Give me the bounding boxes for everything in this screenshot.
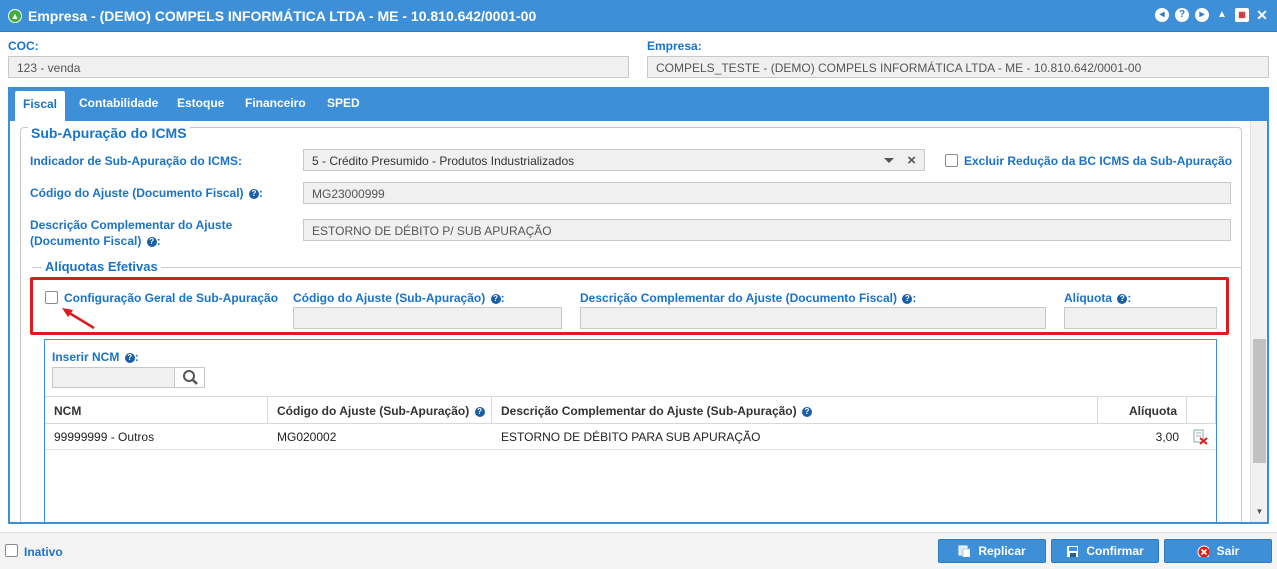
colon: :: [912, 291, 917, 305]
cell-aliquota: 3,00: [1155, 430, 1179, 444]
coc-label: COC:: [8, 39, 39, 53]
cell-descricao: ESTORNO DE DÉBITO PARA SUB APURAÇÃO: [501, 430, 761, 444]
help-icon[interactable]: ?: [248, 189, 259, 199]
inativo-label: Inativo: [24, 545, 63, 559]
confirmar-button[interactable]: Confirmar: [1051, 539, 1159, 563]
tab-contabilidade[interactable]: Contabilidade: [79, 96, 158, 110]
window-titlebar: ▲ Empresa - (DEMO) COMPELS INFORMÁTICA L…: [0, 0, 1277, 32]
ncm-grid-header: NCM Código do Ajuste (Sub-Apuração) ? De…: [45, 396, 1216, 424]
cell-ncm: 99999999 - Outros: [54, 430, 155, 444]
back-icon[interactable]: ◂: [1155, 8, 1169, 22]
codigo-ajuste-doc-label: Código do Ajuste (Documento Fiscal) ?:: [30, 186, 263, 200]
colon: :: [134, 350, 139, 364]
footer-bar: Inativo Replicar Confirmar Sair: [0, 532, 1277, 569]
colon: :: [258, 186, 263, 200]
codigo-ajuste-doc-field[interactable]: MG23000999: [303, 182, 1231, 204]
ncm-search-button[interactable]: [174, 367, 205, 388]
descricao-comp-text: Descrição Complementar do Ajuste (Docume…: [580, 291, 897, 305]
tab-content-fiscal: Sub-Apuração do ICMS Indicador de Sub-Ap…: [8, 121, 1269, 524]
confirmar-label: Confirmar: [1086, 544, 1144, 558]
col-actions: [1187, 397, 1216, 424]
chevron-down-icon[interactable]: [884, 158, 894, 163]
help-icon[interactable]: ?: [801, 407, 812, 417]
indicador-select[interactable]: 5 - Crédito Presumido - Produtos Industr…: [303, 149, 925, 171]
tab-financeiro[interactable]: Financeiro: [245, 96, 306, 110]
sub-apuracao-legend: Sub-Apuração do ICMS: [28, 125, 190, 141]
help-icon[interactable]: ?: [490, 294, 501, 304]
aliquotas-legend-overlay: Alíquotas Efetivas: [42, 259, 161, 274]
delete-row-icon[interactable]: [1192, 429, 1208, 445]
descricao-doc-label-1: Descrição Complementar do Ajuste: [30, 218, 233, 232]
calendar-icon[interactable]: ▦: [1235, 8, 1249, 22]
coc-field[interactable]: 123 - venda: [8, 56, 629, 78]
empresa-field[interactable]: COMPELS_TESTE - (DEMO) COMPELS INFORMÁTI…: [647, 56, 1269, 78]
red-arrow-icon: [62, 308, 95, 330]
col-ncm[interactable]: NCM: [45, 397, 268, 424]
descricao-comp-field[interactable]: [580, 307, 1046, 329]
save-icon: [1067, 546, 1079, 557]
inserir-ncm-label: Inserir NCM ?:: [52, 350, 139, 364]
indicador-label: Indicador de Sub-Apuração do ICMS:: [30, 154, 243, 168]
descricao-doc-text-2: (Documento Fiscal): [30, 234, 142, 248]
scroll-down-icon[interactable]: ▼: [1251, 505, 1267, 519]
app-icon: ▲: [8, 9, 22, 23]
search-icon: [183, 370, 198, 385]
help-icon[interactable]: ?: [902, 294, 913, 304]
sair-label: Sair: [1216, 544, 1240, 558]
help-icon[interactable]: ?: [146, 237, 157, 247]
sair-button[interactable]: Sair: [1164, 539, 1272, 563]
col-aliquota[interactable]: Alíquota: [1098, 397, 1187, 424]
descricao-doc-field[interactable]: ESTORNO DE DÉBITO P/ SUB APURAÇÃO: [303, 219, 1231, 241]
aliquotas-divider: [32, 267, 1242, 268]
excluir-reducao-checkbox[interactable]: [945, 154, 958, 167]
col-descricao-text: Descrição Complementar do Ajuste (Sub-Ap…: [501, 404, 797, 418]
replicar-button[interactable]: Replicar: [938, 539, 1046, 563]
replicar-label: Replicar: [978, 544, 1026, 558]
colon: :: [500, 291, 505, 305]
config-geral-label: Configuração Geral de Sub-Apuração: [64, 291, 279, 305]
config-geral-checkbox[interactable]: [45, 291, 58, 304]
inativo-checkbox[interactable]: [5, 544, 18, 557]
titlebar-actions: ◂ ? ▸ ▲ ▦ ✕: [1155, 8, 1269, 22]
codigo-sub-text: Código do Ajuste (Sub-Apuração): [293, 291, 486, 305]
aliquota-label: Alíquota ?:: [1064, 291, 1131, 305]
aliquota-field[interactable]: [1064, 307, 1217, 329]
descricao-comp-label: Descrição Complementar do Ajuste (Docume…: [580, 291, 916, 305]
clear-icon[interactable]: ×: [907, 152, 916, 169]
exit-icon: [1197, 545, 1209, 557]
replicate-icon: [958, 545, 971, 557]
inserir-ncm-text: Inserir NCM: [52, 350, 120, 364]
codigo-sub-label: Código do Ajuste (Sub-Apuração) ?:: [293, 291, 505, 305]
close-icon[interactable]: ✕: [1255, 8, 1269, 22]
play-icon[interactable]: ▸: [1195, 8, 1209, 22]
codigo-sub-field[interactable]: [293, 307, 562, 329]
tab-estoque[interactable]: Estoque: [177, 96, 224, 110]
col-codigo-ajuste-text: Código do Ajuste (Sub-Apuração): [277, 404, 470, 418]
content-scrollbar[interactable]: ▼: [1250, 121, 1267, 522]
ncm-panel: Inserir NCM ?: NCM Código do Ajuste (Sub…: [44, 339, 1217, 522]
aliquota-text: Alíquota: [1064, 291, 1112, 305]
tab-fiscal[interactable]: Fiscal: [15, 91, 66, 121]
descricao-doc-label-2: (Documento Fiscal) ?:: [30, 234, 161, 248]
codigo-ajuste-doc-text: Código do Ajuste (Documento Fiscal): [30, 186, 244, 200]
scroll-thumb[interactable]: [1253, 339, 1266, 463]
help-icon[interactable]: ?: [124, 353, 135, 363]
help-icon[interactable]: ?: [1117, 294, 1128, 304]
colon: :: [1127, 291, 1132, 305]
tab-bar: Fiscal Contabilidade Estoque Financeiro …: [8, 87, 1269, 121]
help-icon[interactable]: ?: [1175, 8, 1189, 22]
user-icon[interactable]: ▲: [1215, 8, 1229, 22]
empresa-label: Empresa:: [647, 39, 702, 53]
help-icon[interactable]: ?: [474, 407, 485, 417]
colon: :: [156, 234, 161, 248]
table-row[interactable]: 99999999 - Outros MG020002 ESTORNO DE DÉ…: [45, 424, 1216, 450]
cell-codigo: MG020002: [277, 430, 337, 444]
col-codigo-ajuste[interactable]: Código do Ajuste (Sub-Apuração) ?: [268, 397, 492, 424]
tab-sped[interactable]: SPED: [327, 96, 360, 110]
col-descricao[interactable]: Descrição Complementar do Ajuste (Sub-Ap…: [492, 397, 1098, 424]
excluir-reducao-label: Excluir Redução da BC ICMS da Sub-Apuraç…: [964, 154, 1233, 168]
indicador-value: 5 - Crédito Presumido - Produtos Industr…: [312, 154, 575, 168]
window-title: Empresa - (DEMO) COMPELS INFORMÁTICA LTD…: [28, 8, 537, 24]
